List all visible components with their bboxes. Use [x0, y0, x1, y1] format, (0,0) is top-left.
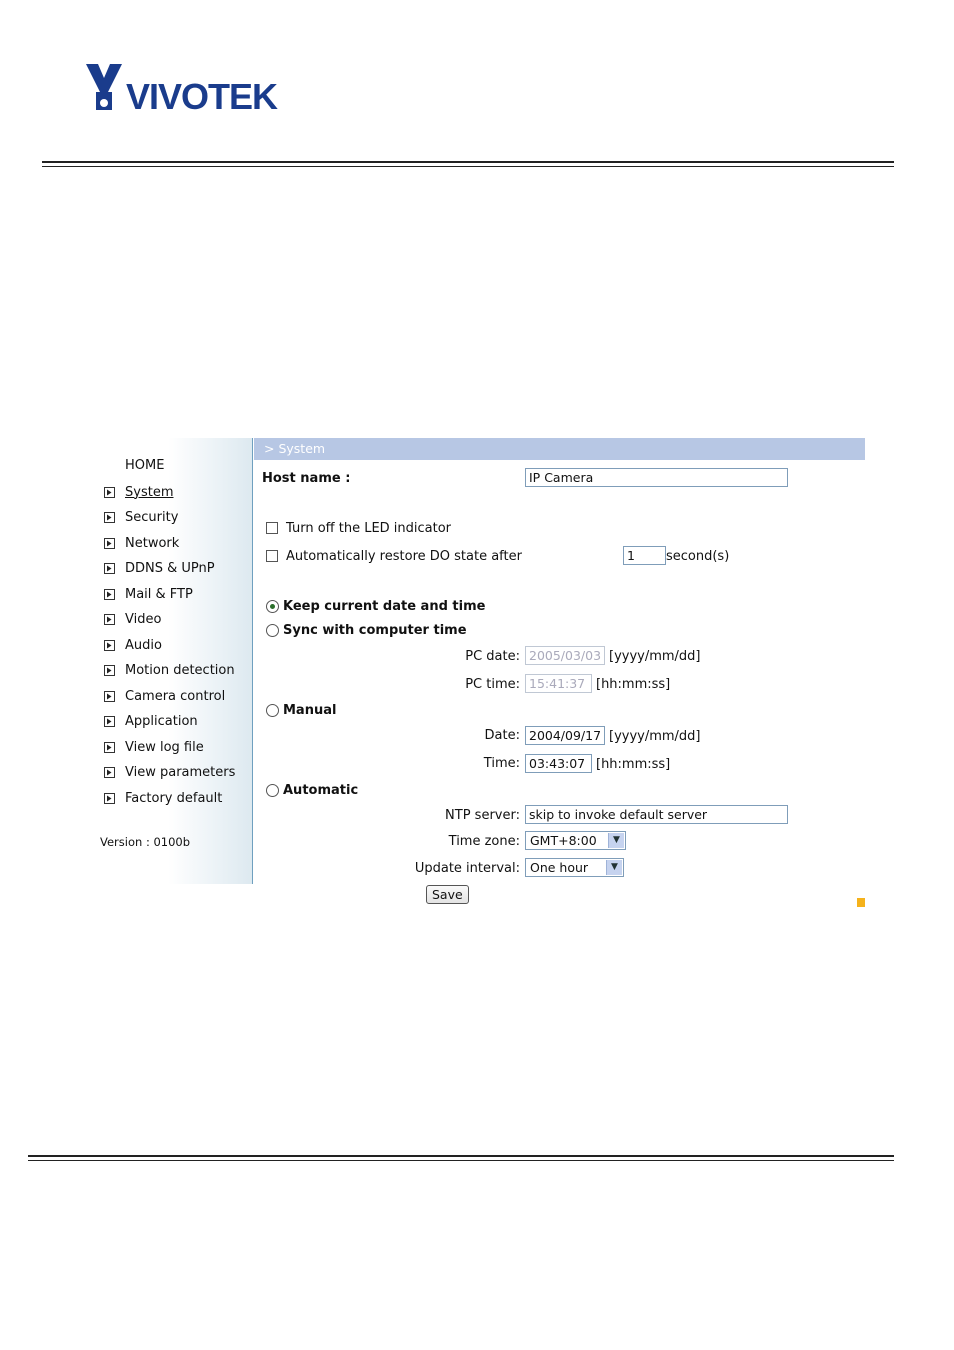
do-restore-label: Automatically restore DO state after — [286, 549, 522, 564]
sidebar-item-factory-default[interactable]: Factory default — [104, 789, 222, 807]
vivotek-logo: VIVOTEK — [86, 64, 279, 114]
sidebar-item-label: Application — [125, 714, 198, 729]
sidebar-item-label: View log file — [125, 739, 204, 755]
sidebar: HOME System Security Network DDNS & UPnP Mai… — [100, 438, 253, 884]
sidebar-item-view-parameters[interactable]: View parameters — [104, 764, 235, 782]
arrow-right-icon — [104, 792, 115, 804]
svg-text:VIVOTEK: VIVOTEK — [126, 76, 278, 114]
interval-select[interactable]: One hour ▼ — [525, 858, 624, 877]
arrow-right-icon — [104, 614, 115, 625]
keep-time-radio[interactable] — [266, 600, 279, 613]
sidebar-item-view-log-file[interactable]: View log file — [104, 738, 204, 756]
sidebar-item-ddns-upnp[interactable]: DDNS & UPnP — [104, 560, 215, 578]
ntp-input[interactable] — [525, 805, 788, 824]
sidebar-item-audio[interactable]: Audio — [104, 636, 162, 654]
arrow-right-icon — [104, 639, 115, 651]
pc-date-format: [yyyy/mm/dd] — [609, 649, 701, 664]
sidebar-item-security[interactable]: Security — [104, 509, 178, 527]
date-label: Date: — [484, 728, 520, 743]
page-title: > System — [254, 438, 865, 460]
pc-time-label: PC time: — [465, 677, 520, 692]
arrow-right-icon — [104, 767, 115, 778]
sidebar-item-label: Video — [125, 612, 162, 627]
led-checkbox[interactable] — [266, 522, 278, 534]
do-unit-label: second(s) — [666, 549, 730, 564]
sidebar-item-label: System — [125, 484, 174, 500]
arrow-right-icon — [104, 665, 115, 676]
pc-date-label: PC date: — [465, 649, 520, 664]
chevron-down-icon[interactable]: ▼ — [608, 833, 624, 848]
settings-panel: HOME System Security Network DDNS & UPnP Mai… — [100, 438, 865, 884]
sidebar-item-label: DDNS & UPnP — [125, 561, 215, 576]
pc-date-input — [525, 646, 605, 665]
host-name-label: Host name : — [262, 471, 351, 486]
host-name-input[interactable] — [525, 468, 788, 487]
pc-time-format: [hh:mm:ss] — [596, 677, 671, 692]
arrow-right-icon — [104, 486, 115, 498]
pc-time-input — [525, 674, 592, 693]
main-content: > System Host name : Turn off the LED in… — [254, 438, 865, 884]
top-divider — [42, 161, 894, 167]
version-label: Version : 0100b — [100, 835, 191, 849]
sidebar-home-link[interactable]: HOME — [125, 458, 164, 473]
automatic-label: Automatic — [283, 783, 359, 798]
chevron-down-icon[interactable]: ▼ — [606, 860, 622, 875]
sidebar-item-label: Mail & FTP — [125, 586, 193, 602]
manual-label: Manual — [283, 703, 337, 718]
sidebar-item-label: Audio — [125, 637, 162, 653]
sidebar-item-label: Security — [125, 510, 179, 525]
manual-radio[interactable] — [266, 704, 279, 717]
arrow-right-icon — [104, 716, 115, 727]
do-seconds-input[interactable] — [623, 546, 666, 565]
arrow-right-icon — [104, 563, 115, 574]
sidebar-item-camera-control[interactable]: Camera control — [104, 687, 225, 705]
led-label: Turn off the LED indicator — [286, 521, 452, 536]
arrow-right-icon — [104, 512, 115, 523]
date-input[interactable] — [525, 726, 605, 745]
arrow-right-icon — [104, 537, 115, 549]
date-format: [yyyy/mm/dd] — [609, 729, 701, 744]
interval-label: Update interval: — [414, 861, 520, 876]
sidebar-item-mail-ftp[interactable]: Mail & FTP — [104, 585, 193, 603]
sync-time-label: Sync with computer time — [283, 623, 467, 638]
sidebar-item-label: View parameters — [125, 765, 236, 780]
tz-label: Time zone: — [448, 834, 520, 849]
bottom-divider — [28, 1155, 894, 1161]
sync-time-radio[interactable] — [266, 624, 279, 637]
sidebar-item-label: Factory default — [125, 790, 223, 806]
time-format: [hh:mm:ss] — [596, 757, 671, 772]
ntp-label: NTP server: — [445, 808, 520, 823]
sidebar-item-video[interactable]: Video — [104, 611, 161, 629]
do-restore-checkbox[interactable] — [266, 550, 278, 562]
tz-select[interactable]: GMT+8:00 ▼ — [525, 831, 626, 850]
arrow-right-icon — [104, 588, 115, 600]
save-button[interactable]: Save — [426, 885, 469, 904]
sidebar-item-network[interactable]: Network — [104, 534, 179, 552]
arrow-right-icon — [104, 690, 115, 702]
automatic-radio[interactable] — [266, 784, 279, 797]
sidebar-item-label: Network — [125, 535, 180, 551]
keep-time-label: Keep current date and time — [283, 599, 486, 614]
arrow-right-icon — [104, 741, 115, 753]
sidebar-item-label: Camera control — [125, 688, 226, 704]
time-label: Time: — [483, 756, 520, 771]
sidebar-item-system[interactable]: System — [104, 483, 173, 501]
sidebar-item-application[interactable]: Application — [104, 713, 198, 731]
sidebar-item-label: Motion detection — [125, 663, 235, 678]
accent-marker — [857, 898, 865, 907]
sidebar-item-motion-detection[interactable]: Motion detection — [104, 662, 235, 680]
time-input[interactable] — [525, 754, 592, 773]
